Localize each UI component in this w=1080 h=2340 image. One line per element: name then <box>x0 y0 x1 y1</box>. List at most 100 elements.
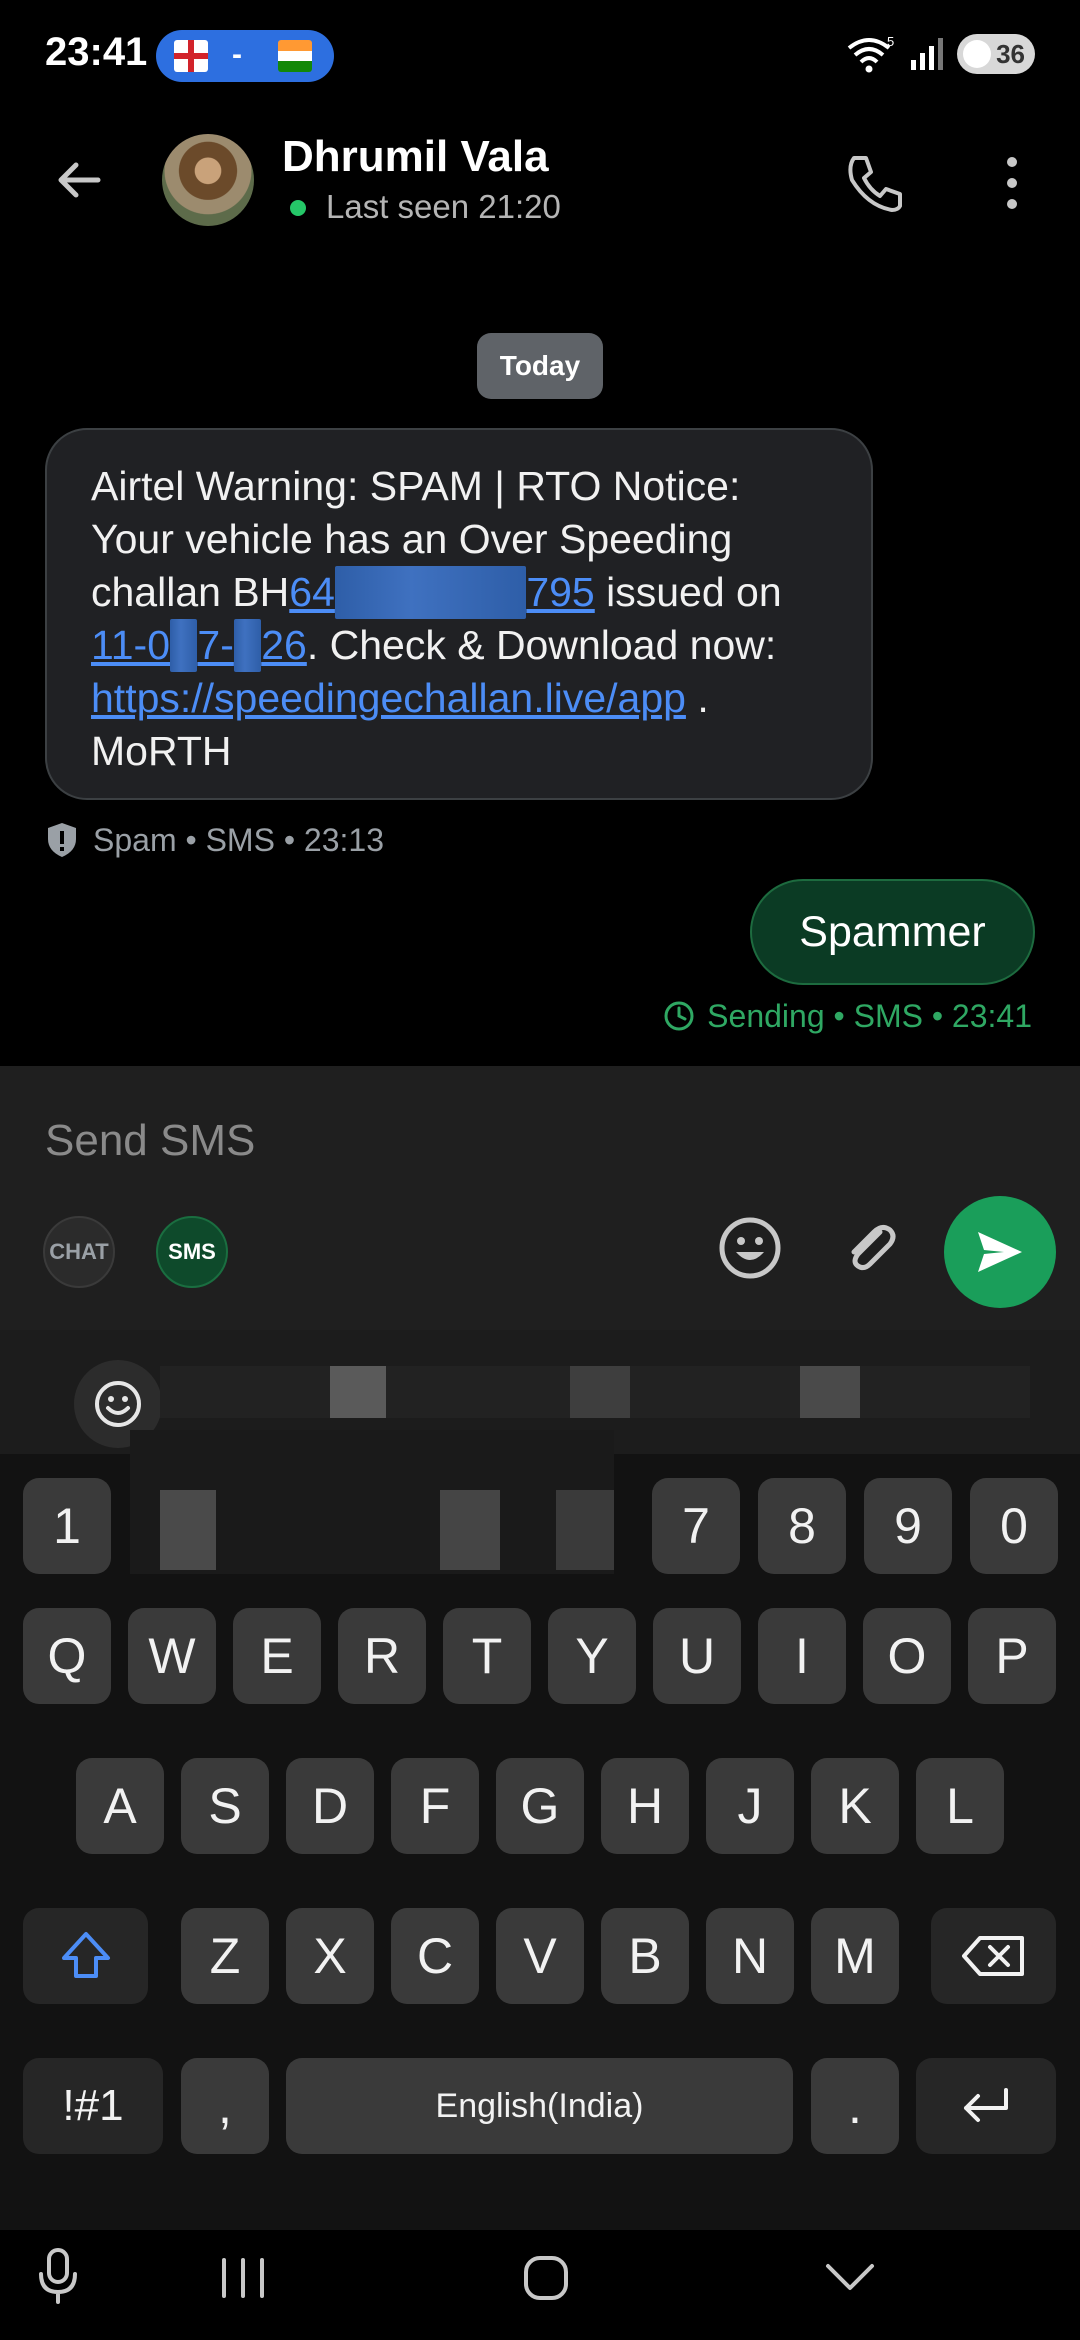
date-divider-chip: Today <box>477 333 603 399</box>
sms-mode-toggle[interactable]: SMS <box>156 1216 228 1288</box>
battery-indicator: 36 <box>957 34 1035 74</box>
online-status-dot <box>290 200 306 216</box>
date-link[interactable]: 11-0X7-X26 <box>91 619 307 672</box>
incoming-message-bubble[interactable]: Airtel Warning: SPAM | RTO Notice: Your … <box>45 428 873 800</box>
redacted-block <box>570 1366 630 1418</box>
status-icons: 5 36 <box>845 30 1035 78</box>
message-text: issued on <box>594 569 782 615</box>
key-s[interactable]: S <box>181 1758 269 1854</box>
redacted-block <box>440 1490 500 1570</box>
redacted-block: XXXXXXX <box>334 566 527 619</box>
key-t[interactable]: T <box>443 1608 531 1704</box>
message-line: 11-0X7-X26. Check & Download now: <box>91 619 827 672</box>
live-match-pill[interactable]: - <box>156 30 334 82</box>
period-key[interactable]: . <box>811 2058 899 2154</box>
backspace-key[interactable] <box>931 1908 1056 2004</box>
key-f[interactable]: F <box>391 1758 479 1854</box>
shift-arrow-icon <box>61 1932 110 1978</box>
key-v[interactable]: V <box>496 1908 584 2004</box>
contact-name[interactable]: Dhrumil Vala <box>282 132 549 182</box>
comma-key[interactable]: , <box>181 2058 269 2154</box>
message-line: Airtel Warning: SPAM | RTO Notice: <box>91 463 741 509</box>
contact-avatar[interactable] <box>162 134 254 226</box>
clock-icon <box>664 1001 694 1031</box>
incoming-message-meta: Spam • SMS • 23:13 <box>45 818 384 862</box>
back-arrow-icon[interactable] <box>50 150 110 210</box>
send-button[interactable] <box>944 1196 1056 1308</box>
outgoing-message-bubble[interactable]: Spammer <box>750 879 1035 985</box>
message-line: challan BH64XXXXXXX795 issued on <box>91 566 827 619</box>
symbols-key[interactable]: !#1 <box>23 2058 163 2154</box>
emoji-icon[interactable] <box>716 1214 784 1282</box>
message-text: challan BH <box>91 569 290 615</box>
enter-icon <box>964 2088 1008 2122</box>
system-nav-bar <box>0 2230 1080 2340</box>
challan-number-link[interactable]: 64XXXXXXX795 <box>289 566 595 619</box>
hide-keyboard-icon[interactable] <box>822 2260 878 2296</box>
recent-apps-icon[interactable] <box>218 2258 268 2298</box>
key-z[interactable]: Z <box>181 1908 269 2004</box>
key-7[interactable]: 7 <box>652 1478 740 1574</box>
outgoing-meta-text: Sending • SMS • 23:41 <box>707 997 1032 1034</box>
message-line: MoRTH <box>91 728 232 774</box>
message-input[interactable]: Send SMS <box>45 1116 255 1166</box>
key-u[interactable]: U <box>653 1608 741 1704</box>
key-b[interactable]: B <box>601 1908 689 2004</box>
home-icon[interactable] <box>522 2254 570 2302</box>
redacted-block: X <box>233 619 262 672</box>
key-g[interactable]: G <box>496 1758 584 1854</box>
enter-key[interactable] <box>916 2058 1056 2154</box>
phone-call-icon[interactable] <box>840 148 910 218</box>
compose-bar: Send SMS CHAT SMS <box>0 1066 1080 1330</box>
spam-shield-icon <box>48 823 76 857</box>
incoming-meta-text: Spam • SMS • 23:13 <box>93 821 384 858</box>
key-8[interactable]: 8 <box>758 1478 846 1574</box>
key-h[interactable]: H <box>601 1758 689 1854</box>
chat-mode-toggle[interactable]: CHAT <box>43 1216 115 1288</box>
backspace-icon <box>961 1936 1024 1976</box>
key-c[interactable]: C <box>391 1908 479 2004</box>
key-9[interactable]: 9 <box>864 1478 952 1574</box>
send-icon <box>978 1232 1022 1272</box>
last-seen-text: Last seen 21:20 <box>326 188 561 225</box>
key-0[interactable]: 0 <box>970 1478 1058 1574</box>
england-flag-icon <box>174 40 208 72</box>
redacted-block: X <box>170 619 198 672</box>
key-j[interactable]: J <box>706 1758 794 1854</box>
shift-key[interactable] <box>23 1908 148 2004</box>
microphone-icon[interactable] <box>36 2246 80 2306</box>
status-bar: 23:41 - 5 36 <box>0 0 1080 110</box>
key-w[interactable]: W <box>128 1608 216 1704</box>
outgoing-message-meta: Sending • SMS • 23:41 <box>663 994 1032 1038</box>
redacted-block <box>556 1490 614 1570</box>
message-line: Your vehicle has an Over Speeding <box>91 516 733 562</box>
key-1[interactable]: 1 <box>23 1478 111 1574</box>
wifi-icon: 5 <box>847 34 894 73</box>
india-flag-icon <box>278 40 312 72</box>
key-x[interactable]: X <box>286 1908 374 2004</box>
key-y[interactable]: Y <box>548 1608 636 1704</box>
on-screen-keyboard: 1 7 8 9 0 Q W E R T Y U I O P A S D F G … <box>0 1330 1080 2230</box>
more-options-icon[interactable] <box>990 148 1034 218</box>
key-i[interactable]: I <box>758 1608 846 1704</box>
message-text: . <box>685 675 709 721</box>
spam-url-link[interactable]: https://speedingechallan.live/app <box>91 675 686 721</box>
conversation-header: Dhrumil Vala Last seen 21:20 <box>0 120 1080 240</box>
signal-icon <box>911 38 943 70</box>
key-d[interactable]: D <box>286 1758 374 1854</box>
key-k[interactable]: K <box>811 1758 899 1854</box>
key-n[interactable]: N <box>706 1908 794 2004</box>
key-l[interactable]: L <box>916 1758 1004 1854</box>
redacted-block <box>800 1366 860 1418</box>
key-q[interactable]: Q <box>23 1608 111 1704</box>
key-o[interactable]: O <box>863 1608 951 1704</box>
status-time: 23:41 <box>45 30 148 74</box>
key-r[interactable]: R <box>338 1608 426 1704</box>
key-p[interactable]: P <box>968 1608 1056 1704</box>
attachment-icon[interactable] <box>836 1214 904 1282</box>
key-m[interactable]: M <box>811 1908 899 2004</box>
key-e[interactable]: E <box>233 1608 321 1704</box>
space-key[interactable]: English(India) <box>286 2058 793 2154</box>
key-a[interactable]: A <box>76 1758 164 1854</box>
message-line: https://speedingechallan.live/app . <box>91 672 827 725</box>
